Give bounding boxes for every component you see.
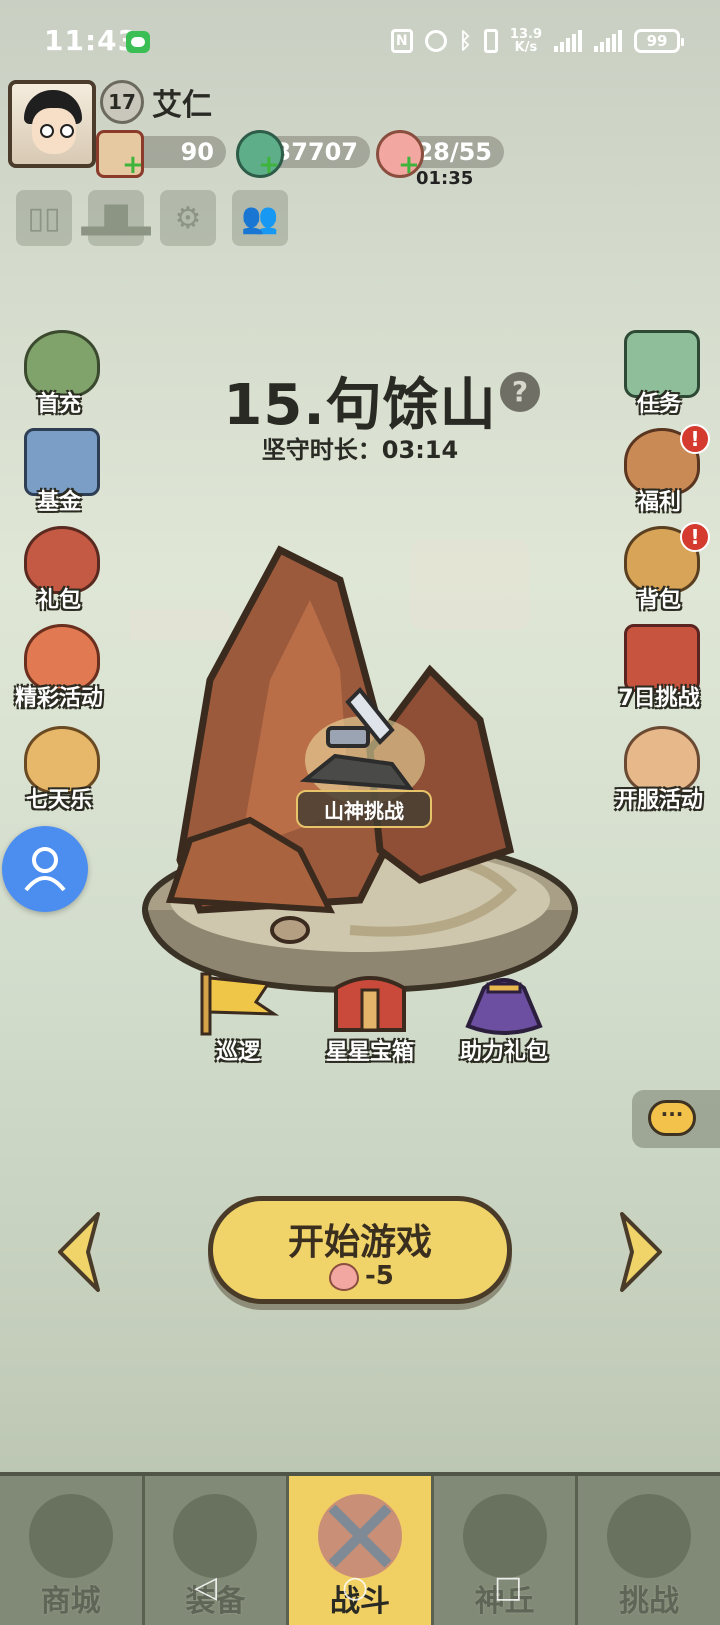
tab-label: 商城 [40, 1584, 101, 1619]
boost-gift-button[interactable]: 助力礼包 [444, 968, 564, 1065]
right-menu-welfare[interactable]: ! 福利 [604, 424, 714, 520]
mountain-stage-art [130, 540, 578, 994]
star-chest-button[interactable]: 星星宝箱 [310, 968, 430, 1065]
gear-icon: ⚙ [174, 200, 202, 236]
left-menu-seven-days[interactable]: 七天乐 [4, 726, 114, 818]
start-game-label: 开始游戏 [287, 1222, 432, 1263]
ranking-button[interactable]: ▂▇▂ [81, 190, 151, 246]
nfc-icon: N [390, 29, 413, 53]
right-menu-label: 任务 [636, 392, 681, 417]
vibrate-icon [483, 29, 498, 53]
friends-icon: 👥 [241, 200, 279, 236]
star-chest-label: 星星宝箱 [325, 1040, 414, 1065]
status-icons: N ᛒ 13.9 K/s 99 [390, 28, 684, 54]
mountain-god-challenge-label[interactable]: 山神挑战 [296, 790, 432, 828]
equipment-helmet-icon [173, 1494, 258, 1578]
left-menu-label: 礼包 [36, 588, 81, 613]
boost-gift-bag-icon [465, 978, 543, 1035]
left-menu-gift-pack[interactable]: 礼包 [4, 526, 114, 618]
right-menu-backpack[interactable]: ! 背包 [604, 522, 714, 618]
user-icon [24, 847, 66, 892]
stamina-timer: 01:35 [416, 168, 474, 189]
signal-icon-2 [594, 30, 622, 52]
alert-badge: ! [680, 424, 710, 454]
next-stage-arrow[interactable] [618, 1210, 666, 1294]
tab-challenge[interactable]: 挑战 [578, 1476, 720, 1625]
system-recents-icon[interactable]: □ [494, 1570, 522, 1605]
challenge-icon [607, 1494, 692, 1578]
shop-icon [28, 1494, 113, 1578]
settings-button[interactable]: ⚙ [160, 190, 216, 246]
right-menu-label: 7日挑战 [618, 686, 700, 711]
left-menu-fund[interactable]: 基金 [4, 428, 114, 520]
add-scroll-button[interactable]: + [122, 152, 144, 178]
boost-gift-label: 助力礼包 [459, 1040, 548, 1065]
left-menu-first-recharge[interactable]: 首充 [4, 330, 114, 422]
sacred-hill-icon [462, 1494, 547, 1578]
right-menu-label: 背包 [636, 588, 681, 613]
tab-shop[interactable]: 商城 [0, 1476, 145, 1625]
start-game-button[interactable]: 开始游戏 -5 [208, 1196, 512, 1304]
left-menu-label: 七天乐 [25, 788, 92, 813]
start-cost: -5 [365, 1261, 394, 1291]
alert-badge: ! [680, 522, 710, 552]
right-menu-quest[interactable]: 任务 [604, 330, 714, 422]
left-menu-label: 基金 [36, 490, 81, 515]
left-menu-label: 首充 [36, 392, 81, 417]
patrol-button[interactable]: 巡逻 [178, 968, 298, 1065]
battery-icon: 99 [634, 29, 684, 53]
status-time: 11:43 [44, 24, 139, 57]
bluetooth-icon: ᛒ [458, 28, 472, 54]
right-menu-server-launch[interactable]: 开服活动 [604, 726, 714, 818]
signal-icon [554, 30, 582, 52]
cards-icon: ▯▯ [27, 200, 61, 236]
system-home-icon[interactable]: ○ [342, 1570, 368, 1605]
peach-cost-icon [329, 1263, 359, 1291]
alarm-icon [424, 30, 447, 52]
ranking-icon: ▂▇▂ [81, 200, 151, 236]
wechat-notification-icon [126, 31, 150, 53]
cards-button[interactable]: ▯▯ [16, 190, 72, 246]
help-icon[interactable]: ? [500, 372, 540, 412]
network-speed: 13.9 K/s [510, 28, 542, 54]
star-chest-icon [334, 976, 406, 1032]
network-speed-unit: K/s [514, 40, 538, 55]
patrol-label: 巡逻 [215, 1040, 260, 1065]
previous-stage-arrow[interactable] [54, 1210, 102, 1294]
chat-bubble-icon: ··· [648, 1100, 696, 1136]
status-bar: 11:43 N ᛒ 13.9 K/s 99 [0, 0, 720, 80]
right-menu-seven-day-challenge[interactable]: 7日挑战 [604, 624, 714, 716]
add-jade-button[interactable]: + [258, 152, 280, 178]
battle-swords-icon [317, 1494, 402, 1578]
system-back-icon[interactable]: ◁ [194, 1570, 217, 1605]
chat-button[interactable]: ··· [632, 1090, 720, 1148]
add-stamina-button[interactable]: + [398, 152, 420, 178]
tab-label: 挑战 [619, 1584, 680, 1619]
floating-user-button[interactable] [2, 826, 88, 912]
right-menu-label: 福利 [636, 490, 681, 515]
friends-button[interactable]: 👥 [232, 190, 288, 246]
left-menu-events[interactable]: 精彩活动 [4, 624, 114, 716]
patrol-flag-icon [200, 972, 280, 1036]
left-menu-label: 精彩活动 [14, 686, 103, 711]
right-menu-label: 开服活动 [614, 788, 703, 813]
player-avatar[interactable] [8, 80, 96, 168]
player-level-badge: 17 [100, 80, 144, 124]
player-name: 艾仁 [152, 88, 212, 123]
